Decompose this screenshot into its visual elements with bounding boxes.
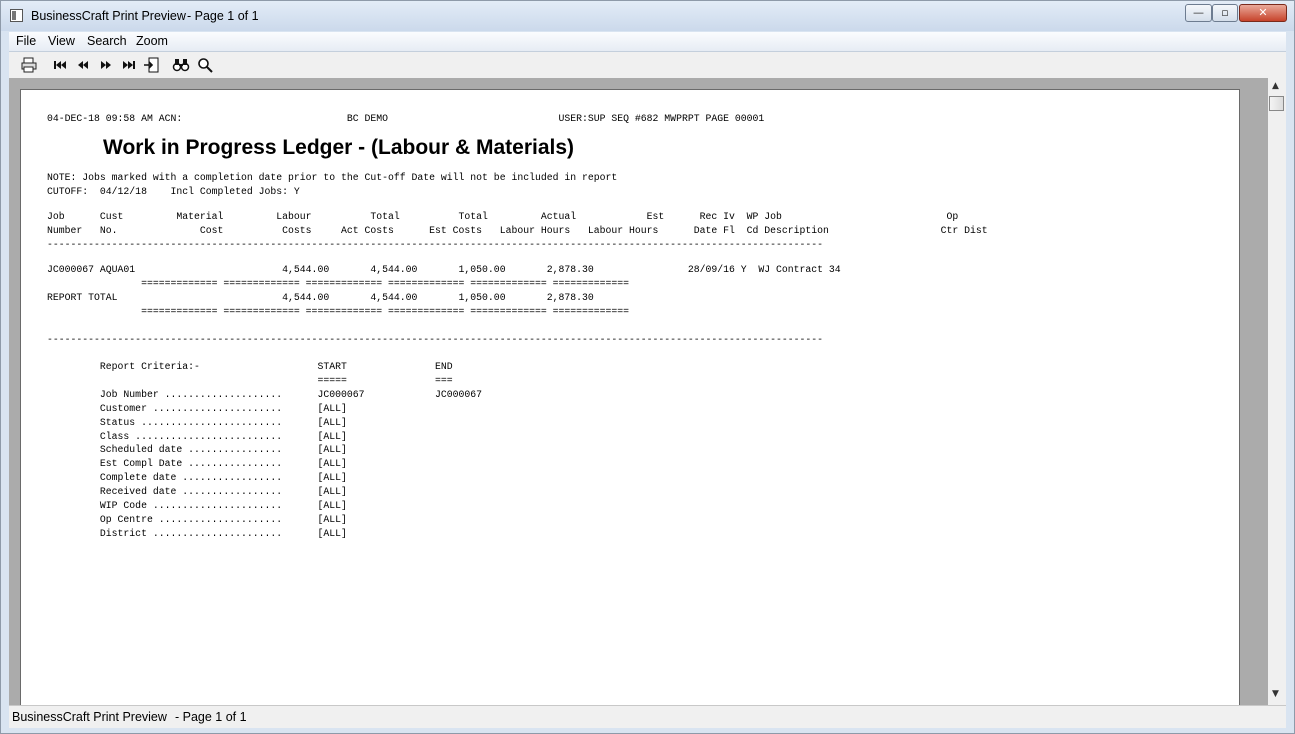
- criteria-row: Received date ................. [ALL]: [47, 486, 347, 497]
- report-note: NOTE: Jobs marked with a completion date…: [47, 172, 618, 183]
- criteria-row: Status ........................ [ALL]: [47, 417, 347, 428]
- criteria-row: Est Compl Date ................ [ALL]: [47, 458, 347, 469]
- criteria-underline: ===== ===: [47, 375, 453, 386]
- total-underline: ============= ============= ============…: [47, 306, 630, 317]
- criteria-row: Customer ...................... [ALL]: [47, 403, 347, 414]
- first-page-icon[interactable]: [51, 56, 69, 74]
- window-page-indicator: - Page 1 of 1: [187, 9, 259, 23]
- close-button[interactable]: ✕: [1239, 4, 1287, 22]
- printer-icon[interactable]: [20, 56, 38, 74]
- report-title: Work in Progress Ledger - (Labour & Mate…: [103, 136, 575, 159]
- header-rule: ----------------------------------------…: [47, 239, 824, 250]
- criteria-row: District ...................... [ALL]: [47, 528, 347, 539]
- scroll-up-icon[interactable]: ▲: [1272, 81, 1279, 91]
- vertical-scrollbar[interactable]: ▲ ▼: [1268, 78, 1286, 705]
- scroll-down-icon[interactable]: ▼: [1272, 689, 1279, 699]
- column-header-1: Job Cust Material Labour Total Total Act…: [47, 211, 959, 222]
- previous-page-icon[interactable]: [74, 56, 92, 74]
- report-cutoff: CUTOFF: 04/12/18 Incl Completed Jobs: Y: [47, 186, 300, 197]
- criteria-header: Report Criteria:- START END: [47, 361, 453, 372]
- menu-zoom[interactable]: Zoom: [136, 34, 168, 48]
- maximize-button[interactable]: ▫: [1212, 4, 1238, 22]
- status-text: BusinessCraft Print Preview: [12, 710, 167, 724]
- menu-file[interactable]: File: [16, 34, 36, 48]
- job-row: JC000067 AQUA01 4,544.00 4,544.00 1,050.…: [47, 264, 841, 275]
- zoom-icon[interactable]: [196, 56, 214, 74]
- criteria-row: WIP Code ...................... [ALL]: [47, 500, 347, 511]
- report-total-row: REPORT TOTAL 4,544.00 4,544.00 1,050.00 …: [47, 292, 594, 303]
- criteria-row: Scheduled date ................ [ALL]: [47, 444, 347, 455]
- scroll-thumb[interactable]: [1269, 96, 1284, 111]
- criteria-row: Complete date ................. [ALL]: [47, 472, 347, 483]
- status-bar: BusinessCraft Print Preview - Page 1 of …: [9, 705, 1286, 728]
- column-header-2: Number No. Cost Costs Act Costs Est Cost…: [47, 225, 988, 236]
- toolbar: [9, 52, 1286, 78]
- minimize-button[interactable]: —: [1185, 4, 1212, 22]
- find-icon[interactable]: [172, 56, 190, 74]
- go-to-page-icon[interactable]: [142, 56, 160, 74]
- window-title: BusinessCraft Print Preview: [31, 9, 186, 23]
- criteria-row: Op Centre ..................... [ALL]: [47, 514, 347, 525]
- title-bar: BusinessCraft Print Preview - Page 1 of …: [1, 1, 1294, 31]
- report-header-line: 04-DEC-18 09:58 AM ACN: BC DEMO USER:SUP…: [47, 113, 765, 124]
- status-page: - Page 1 of 1: [175, 710, 247, 724]
- menu-view[interactable]: View: [48, 34, 75, 48]
- menu-search[interactable]: Search: [87, 34, 127, 48]
- last-page-icon[interactable]: [120, 56, 138, 74]
- app-icon: [10, 9, 23, 22]
- footer-rule: ----------------------------------------…: [47, 334, 824, 345]
- criteria-row: Class ......................... [ALL]: [47, 431, 347, 442]
- criteria-row: Job Number .................... JC000067…: [47, 389, 483, 400]
- subtotal-underline: ============= ============= ============…: [47, 278, 630, 289]
- next-page-icon[interactable]: [97, 56, 115, 74]
- menu-bar: File View Search Zoom: [9, 32, 1286, 52]
